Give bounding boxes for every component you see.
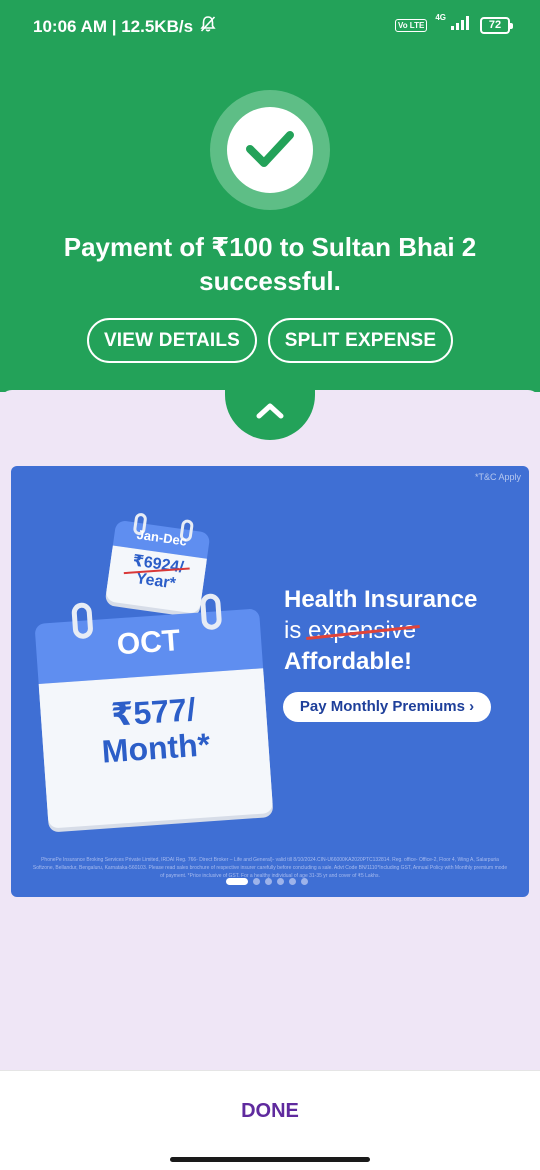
calendar-monthly-icon: OCT ₹577/ Month* xyxy=(34,593,274,829)
headline-line-2: is expensive xyxy=(284,615,477,646)
payment-success-title: Payment of ₹100 to Sultan Bhai 2 success… xyxy=(63,232,477,296)
status-time-speed: 10:06 AM | 12.5KB/s xyxy=(33,16,194,36)
headline-line-3: Affordable! xyxy=(284,648,412,675)
volte-badge: Vo LTE xyxy=(394,19,428,32)
view-details-button[interactable]: VIEW DETAILS xyxy=(87,318,257,363)
signal-icon xyxy=(450,15,472,36)
carousel-dot[interactable] xyxy=(289,878,296,885)
health-insurance-banner[interactable]: *T&C Apply Jan-Dec ₹6924/ Year* OCT ₹577… xyxy=(11,466,529,897)
carousel-dot[interactable] xyxy=(253,878,260,885)
headline-is: is xyxy=(284,617,302,644)
calendar-yearly-icon: Jan-Dec ₹6924/ Year* xyxy=(105,510,212,615)
banner-headline: Health Insurance is expensive Affordable… xyxy=(284,584,477,677)
bottom-action-bar: DONE xyxy=(0,1070,540,1170)
status-bar: 10:06 AM | 12.5KB/s Vo LTE 4G 72 xyxy=(0,0,540,50)
tc-apply-label: *T&C Apply xyxy=(474,472,521,482)
chevron-up-icon xyxy=(256,403,284,419)
carousel-dot[interactable] xyxy=(265,878,272,885)
banner-disclaimer: PhonePe Insurance Broking Services Priva… xyxy=(32,857,508,879)
checkmark-icon xyxy=(246,131,294,167)
carousel-dot[interactable] xyxy=(226,878,248,885)
success-check-badge xyxy=(210,90,330,210)
status-right: Vo LTE 4G 72 xyxy=(394,13,513,36)
split-expense-button[interactable]: SPLIT EXPENSE xyxy=(268,318,453,363)
bell-off-icon xyxy=(199,15,217,38)
check-disc xyxy=(227,107,313,193)
home-indicator[interactable] xyxy=(170,1157,370,1162)
headline-struck-word: expensive xyxy=(308,617,417,644)
done-button[interactable]: DONE xyxy=(170,1091,370,1131)
network-type: 4G xyxy=(435,13,446,22)
carousel-dot[interactable] xyxy=(301,878,308,885)
headline-line-1: Health Insurance xyxy=(284,586,478,613)
battery-icon: 72 xyxy=(480,17,513,34)
carousel-indicator xyxy=(226,878,308,885)
pay-monthly-premiums-button[interactable]: Pay Monthly Premiums › xyxy=(283,692,491,722)
payment-success-header: 10:06 AM | 12.5KB/s Vo LTE 4G 72 Payment… xyxy=(0,0,540,392)
status-left: 10:06 AM | 12.5KB/s xyxy=(33,15,217,38)
carousel-dot[interactable] xyxy=(277,878,284,885)
